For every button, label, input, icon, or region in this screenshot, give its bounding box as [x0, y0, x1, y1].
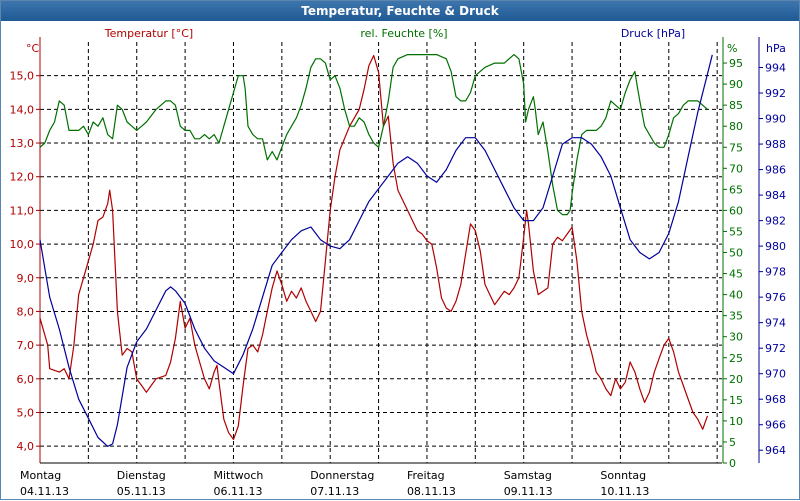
x-tick-date-label: 07.11.13: [310, 485, 359, 498]
pressure-series-line: [39, 54, 713, 447]
pressure-tick-label: 994: [765, 62, 786, 75]
pressure-tick-label: 968: [765, 393, 786, 406]
humidity-tick-label: 55: [729, 225, 743, 238]
humidity-tick-label: 75: [729, 141, 743, 154]
humidity-tick-label: 95: [729, 57, 743, 70]
temperature-tick-label: 4,0: [17, 440, 35, 453]
humidity-tick-label: 70: [729, 162, 743, 175]
humidity-tick-label: 85: [729, 99, 743, 112]
humidity-axis-title: rel. Feuchte [%]: [360, 27, 447, 40]
pressure-axis-title: Druck [hPa]: [621, 27, 685, 40]
humidity-tick-label: 40: [729, 289, 743, 302]
axes: [36, 37, 763, 464]
humidity-tick-label: 20: [729, 373, 743, 386]
pressure-tick-label: 982: [765, 215, 786, 228]
humidity-unit-label: %: [727, 42, 737, 55]
chart-window: Temperatur, Feuchte & Druck 4,0 5,0 6,0 7,0…: [0, 0, 800, 500]
pressure-tick-label: 976: [765, 291, 786, 304]
temperature-unit-label: °C: [26, 42, 40, 55]
x-tick-day-label: Mittwoch: [213, 469, 263, 482]
weather-chart: 4,0 5,0 6,0 7,0 8,0 9,0 10,0 11,0 12,0 13,0 14,0 15…: [10, 27, 787, 498]
humidity-tick-label: 5: [729, 436, 736, 449]
temperature-tick-label: 14,0: [10, 103, 35, 116]
humidity-tick-label: 45: [729, 268, 743, 281]
x-tick-day-label: Dienstag: [117, 469, 166, 482]
humidity-series-line: [39, 53, 708, 216]
pressure-tick-label: 980: [765, 240, 786, 253]
temperature-tick-label: 8,0: [17, 305, 35, 318]
x-tick-date-label: 09.11.13: [504, 485, 553, 498]
x-tick-date-label: 08.11.13: [407, 485, 456, 498]
humidity-tick-label: 60: [729, 204, 743, 217]
temperature-tick-label: 10,0: [10, 238, 35, 251]
pressure-tick-label: 972: [765, 342, 786, 355]
pressure-tick-label: 988: [765, 138, 786, 151]
pressure-tick-label: 978: [765, 266, 786, 279]
x-tick-day-label: Donnerstag: [310, 469, 374, 482]
temperature-tick-label: 7,0: [17, 339, 35, 352]
x-tick-day-label: Freitag: [407, 469, 445, 482]
tick-labels: 4,0 5,0 6,0 7,0 8,0 9,0 10,0 11,0 12,0 13,0 14,0 15…: [10, 27, 787, 498]
temperature-tick-label: 12,0: [10, 171, 35, 184]
x-tick-day-label: Samstag: [504, 469, 552, 482]
x-tick-date-label: 05.11.13: [117, 485, 166, 498]
humidity-tick-label: 10: [729, 415, 743, 428]
humidity-tick-label: 35: [729, 310, 743, 323]
humidity-tick-label: 80: [729, 120, 743, 133]
x-tick-date-label: 06.11.13: [213, 485, 262, 498]
pressure-unit-label: hPa: [766, 42, 786, 55]
temperature-tick-label: 11,0: [10, 204, 35, 217]
temperature-tick-label: 6,0: [17, 373, 35, 386]
temperature-tick-label: 9,0: [17, 272, 35, 285]
humidity-tick-label: 0: [729, 457, 736, 470]
x-tick-day-label: Montag: [20, 469, 61, 482]
humidity-tick-label: 25: [729, 352, 743, 365]
humidity-tick-label: 65: [729, 183, 743, 196]
temperature-tick-label: 13,0: [10, 137, 35, 150]
pressure-tick-label: 992: [765, 87, 786, 100]
x-tick-day-label: Sonntag: [600, 469, 646, 482]
series-lines: [39, 53, 713, 447]
temperature-axis-title: Temperatur [°C]: [104, 27, 193, 40]
pressure-tick-label: 990: [765, 113, 786, 126]
humidity-tick-label: 15: [729, 394, 743, 407]
humidity-tick-label: 50: [729, 247, 743, 260]
x-tick-date-label: 04.11.13: [20, 485, 69, 498]
pressure-tick-label: 964: [765, 444, 786, 457]
humidity-tick-label: 90: [729, 78, 743, 91]
temperature-tick-label: 5,0: [17, 406, 35, 419]
humidity-tick-label: 30: [729, 331, 743, 344]
temperature-tick-label: 15,0: [10, 70, 35, 83]
pressure-tick-label: 974: [765, 317, 786, 330]
pressure-tick-label: 966: [765, 419, 786, 432]
pressure-tick-label: 984: [765, 189, 786, 202]
pressure-tick-label: 970: [765, 368, 786, 381]
x-tick-date-label: 10.11.13: [600, 485, 649, 498]
pressure-tick-label: 986: [765, 164, 786, 177]
